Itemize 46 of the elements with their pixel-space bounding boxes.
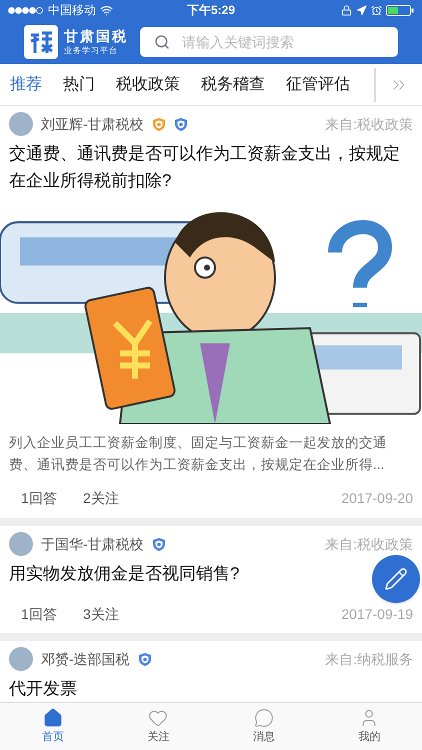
- status-time: 下午5:29: [186, 2, 236, 19]
- location-icon: [356, 4, 367, 16]
- pencil-icon: [384, 567, 408, 591]
- source-label: 来自:税收政策: [325, 534, 413, 554]
- author-name: 刘亚辉-甘肃税校: [41, 114, 144, 134]
- follow-count: 2关注: [83, 488, 119, 508]
- avatar: [9, 112, 33, 136]
- category-tab[interactable]: 税收政策: [116, 72, 180, 96]
- search-field[interactable]: 请输入关键词搜索: [140, 27, 398, 57]
- home-icon: [42, 708, 63, 728]
- source-label: 来自:纳税服务: [325, 650, 413, 668]
- bottom-nav-item[interactable]: 首页: [0, 703, 106, 750]
- question-card[interactable]: 邓赟-迭部国税 来自:纳税服务 代开发票: [0, 641, 422, 702]
- category-tab[interactable]: 征管评估: [286, 72, 350, 96]
- question-card[interactable]: 于国华-甘肃税校 来自:税收政策 用实物发放佣金是否视同销售? 1回答 3关注 2017-09-19: [0, 526, 422, 633]
- bottom-nav-item[interactable]: 消息: [211, 703, 316, 750]
- carrier-name: 中国移动: [48, 2, 96, 19]
- app-subtitle: 业务学习平台: [64, 46, 119, 54]
- author-name: 邓赟-迭部国税: [41, 650, 130, 668]
- question-title: 交通费、通讯费是否可以作为工资薪金支出，按规定在企业所得税前扣除?: [9, 143, 401, 192]
- alarm-icon: [371, 4, 382, 16]
- app-title: 甘肃国税: [64, 30, 128, 44]
- question-title: 代开发票: [9, 678, 77, 700]
- battery-icon: [386, 4, 414, 16]
- answer-count: 1回答: [21, 604, 58, 624]
- lock-icon: [341, 4, 352, 16]
- question-card[interactable]: 刘亚辉-甘肃税校 来自:税收政策 交通费、通讯费是否可以作为工资薪金支出，按规定在企业所得税前扣除? 列入企业员工工资薪金制度、固定与工资薪金一起发放的交通费、通讯费是否可以作为工资薪金支出，按规定在企业所得... 1回答 2关注 2017-09-20: [0, 106, 422, 518]
- category-tab[interactable]: 热门: [63, 72, 95, 96]
- chat-icon: [254, 708, 274, 728]
- bottom-nav-item[interactable]: 我的: [316, 703, 422, 750]
- post-date: 2017-09-20: [341, 488, 413, 508]
- follow-count: 3关注: [83, 604, 119, 624]
- avatar: [9, 532, 33, 556]
- signal-icon: [8, 6, 44, 14]
- search-icon: [154, 34, 170, 50]
- answer-count: 1回答: [21, 488, 58, 508]
- question-excerpt: 列入企业员工工资薪金制度、固定与工资薪金一起发放的交通费、通讯费是否可以作为工资薪金支出，按规定在企业所得...: [9, 434, 388, 474]
- avatar: [9, 647, 33, 671]
- author-name: 于国华-甘肃税校: [41, 534, 144, 554]
- bottom-nav-item[interactable]: 关注: [106, 703, 211, 750]
- category-tab[interactable]: 税务稽查: [201, 72, 265, 96]
- question-title: 用实物发放佣金是否视同销售?: [9, 563, 240, 585]
- post-date: 2017-09-19: [341, 604, 413, 624]
- wifi-icon: [100, 4, 113, 16]
- category-tab[interactable]: 推荐: [10, 72, 42, 96]
- source-label: 来自:税收政策: [325, 114, 413, 134]
